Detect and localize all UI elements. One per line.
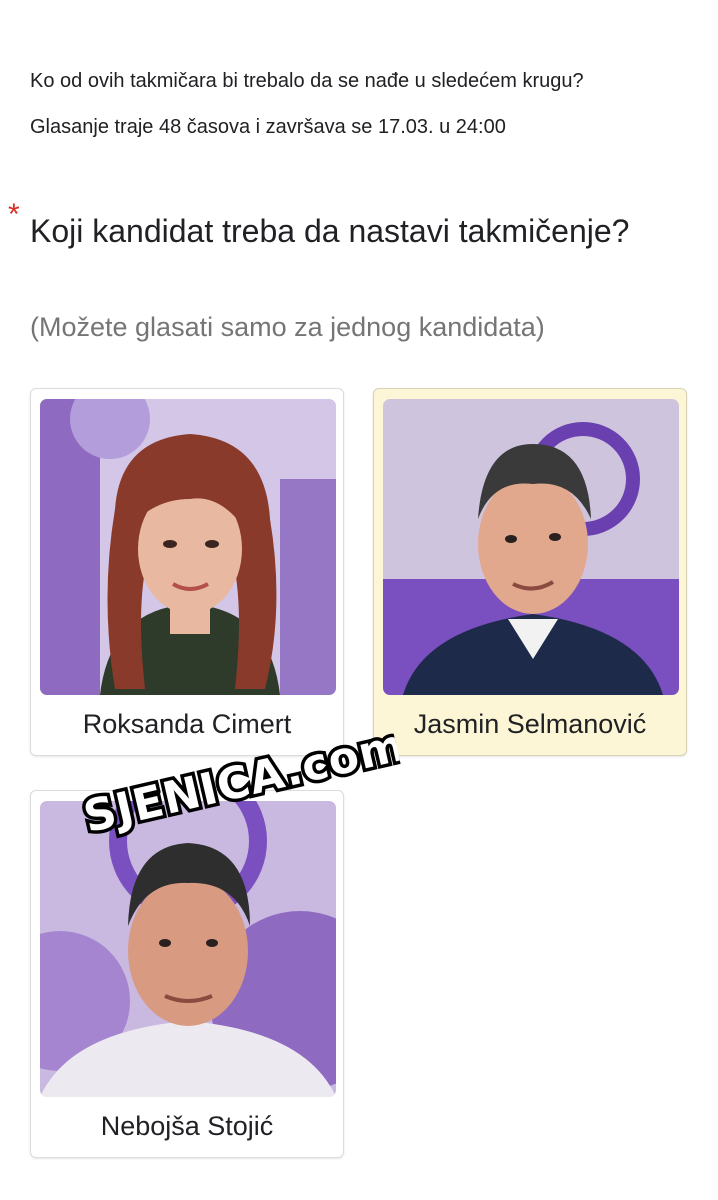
intro-question-line: Ko od ovih takmičara bi trebalo da se na…: [30, 70, 584, 92]
portrait-man-image: [40, 801, 336, 1097]
candidate-card-roksanda[interactable]: Roksanda Cimert: [30, 388, 344, 756]
portrait-man-image: [383, 399, 679, 695]
candidate-photo: [40, 801, 336, 1097]
candidate-card-nebojsa[interactable]: Nebojša Stojić: [30, 790, 344, 1158]
candidate-name: Nebojša Stojić: [100, 1111, 274, 1141]
candidate-name: Jasmin Selmanović: [413, 709, 647, 739]
required-asterisk: *: [8, 198, 20, 231]
portrait-woman-image: [40, 399, 336, 695]
candidate-photo: [383, 399, 679, 695]
question-hint: (Možete glasati samo za jednog kandidata…: [30, 312, 545, 342]
candidate-card-jasmin[interactable]: Jasmin Selmanović: [373, 388, 687, 756]
voting-deadline-line: Glasanje traje 48 časova i završava se 1…: [30, 116, 506, 138]
candidate-photo: [40, 399, 336, 695]
candidate-name: Roksanda Cimert: [82, 709, 292, 739]
question-title: Koji kandidat treba da nastavi takmičenj…: [30, 213, 630, 249]
